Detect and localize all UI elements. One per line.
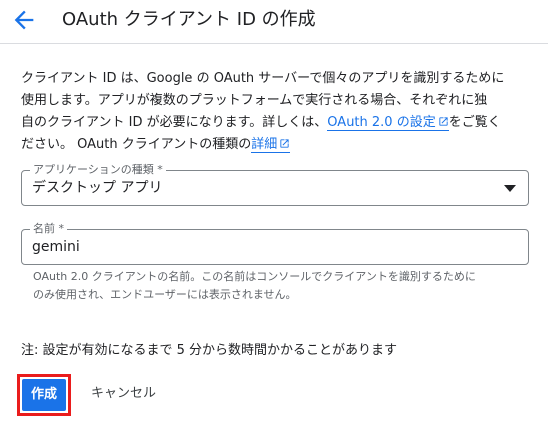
application-type-value: デスクトップ アプリ xyxy=(32,180,163,196)
hint-line: のみ使用され、エンドユーザーには表示されません。 xyxy=(33,288,297,301)
oauth-client-create-page: OAuth クライアント ID の作成 クライアント ID は、Google の… xyxy=(0,0,548,421)
page-title: OAuth クライアント ID の作成 xyxy=(62,9,316,30)
hint-line: OAuth 2.0 クライアントの名前。この名前はコンソールでクライアントを識別… xyxy=(33,270,476,283)
oauth-settings-link-label: OAuth 2.0 の設定 xyxy=(327,115,436,130)
create-button[interactable]: 作成 xyxy=(22,379,66,411)
description-text: 自のクライアント ID が必要になります。詳しくは、 xyxy=(21,115,328,130)
application-type-select[interactable]: アプリケーションの種類 * デスクトップ アプリ xyxy=(21,163,529,206)
propagation-note: 注: 設定が有効になるまで 5 分から数時間かかることがあります xyxy=(21,343,398,358)
name-label: 名前 * xyxy=(30,222,67,236)
back-button[interactable] xyxy=(10,6,38,34)
description-line: クライアント ID は、Google の OAuth サーバーで個々のアプリを識… xyxy=(21,71,505,86)
details-link-label: 詳細 xyxy=(251,137,278,152)
description-text: ださい。 OAuth クライアントの種類の xyxy=(21,137,252,152)
description-line: ださい。 OAuth クライアントの種類の詳細 xyxy=(21,134,531,156)
open-in-new-icon xyxy=(280,139,289,148)
client-types-details-link[interactable]: 詳細 xyxy=(251,137,291,153)
description: クライアント ID は、Google の OAuth サーバーで個々のアプリを識… xyxy=(21,68,531,156)
description-line: 使用します。アプリが複数のプラットフォームで実行される場合、それぞれに独 xyxy=(21,93,488,108)
description-line: 自のクライアント ID が必要になります。詳しくは、OAuth 2.0 の設定を… xyxy=(21,112,531,134)
open-in-new-icon xyxy=(439,117,448,126)
arrow-back-icon xyxy=(14,10,34,30)
name-value: gemini xyxy=(32,239,80,255)
name-hint: OAuth 2.0 クライアントの名前。この名前はコンソールでクライアントを識別… xyxy=(33,268,523,304)
cancel-button[interactable]: キャンセル xyxy=(91,385,156,403)
application-type-label: アプリケーションの種類 * xyxy=(30,163,166,177)
oauth-settings-link[interactable]: OAuth 2.0 の設定 xyxy=(327,115,449,131)
name-field[interactable]: 名前 * gemini xyxy=(21,222,529,265)
arrow-drop-down-icon xyxy=(504,185,516,192)
create-button-highlight: 作成 xyxy=(17,374,71,416)
description-text: をご覧く xyxy=(448,115,501,130)
page-header: OAuth クライアント ID の作成 xyxy=(0,0,548,44)
